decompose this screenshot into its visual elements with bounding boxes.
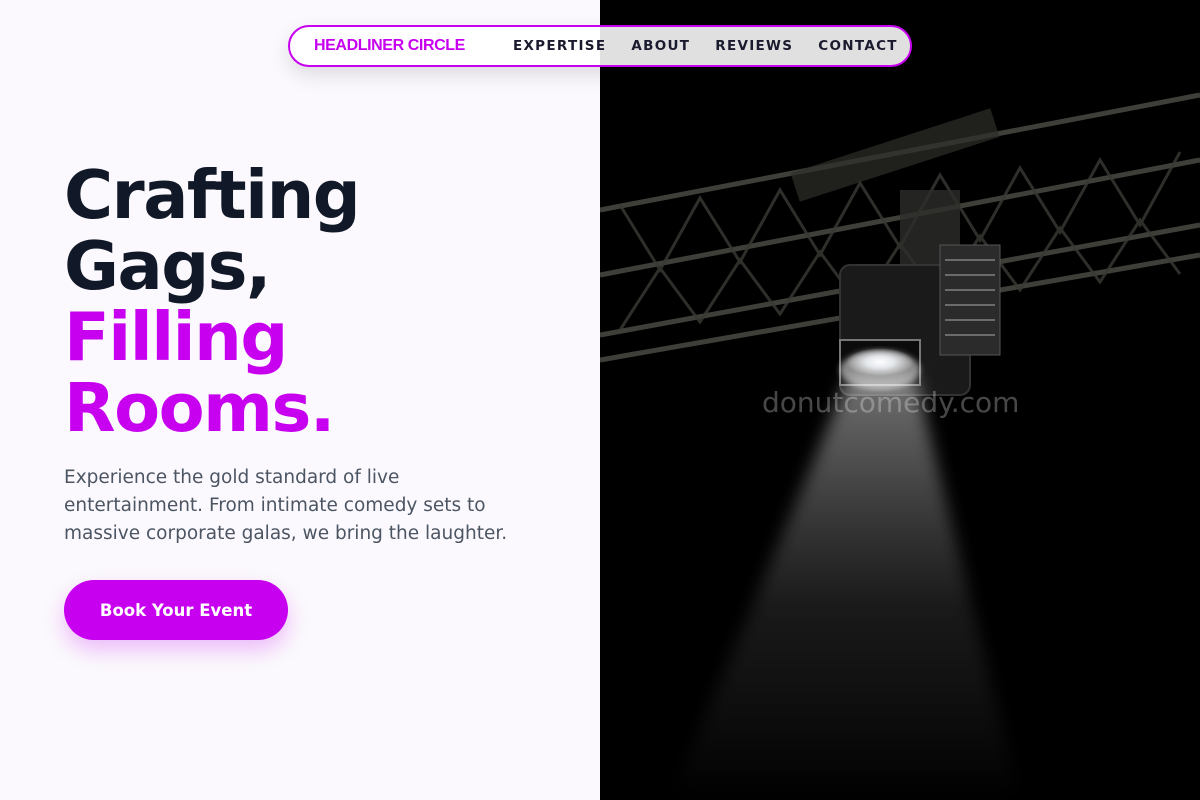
hero-description: Experience the gold standard of live ent… xyxy=(64,467,508,544)
brand-logo[interactable]: HEADLINER CIRCLE xyxy=(314,37,465,55)
book-event-button[interactable]: Book Your Event xyxy=(64,580,288,640)
headline-accent-line-2: Rooms. xyxy=(64,369,335,447)
nav-link-about[interactable]: ABOUT xyxy=(631,38,690,54)
headline-line-1: Crafting xyxy=(64,156,361,234)
nav-link-expertise[interactable]: EXPERTISE xyxy=(513,38,606,54)
hero-left-panel: Crafting Gags, Filling Rooms. Experience… xyxy=(0,0,600,800)
headline-line-2: Gags, xyxy=(64,227,272,305)
watermark-text: donutcomedy.com xyxy=(762,386,1020,419)
headline-accent-line-1: Filling xyxy=(64,298,288,376)
hero-headline: Crafting Gags, Filling Rooms. xyxy=(64,156,361,447)
top-navigation: HEADLINER CIRCLE EXPERTISE ABOUT REVIEWS… xyxy=(288,25,912,67)
nav-link-contact[interactable]: CONTACT xyxy=(818,38,898,54)
nav-link-reviews[interactable]: REVIEWS xyxy=(715,38,793,54)
